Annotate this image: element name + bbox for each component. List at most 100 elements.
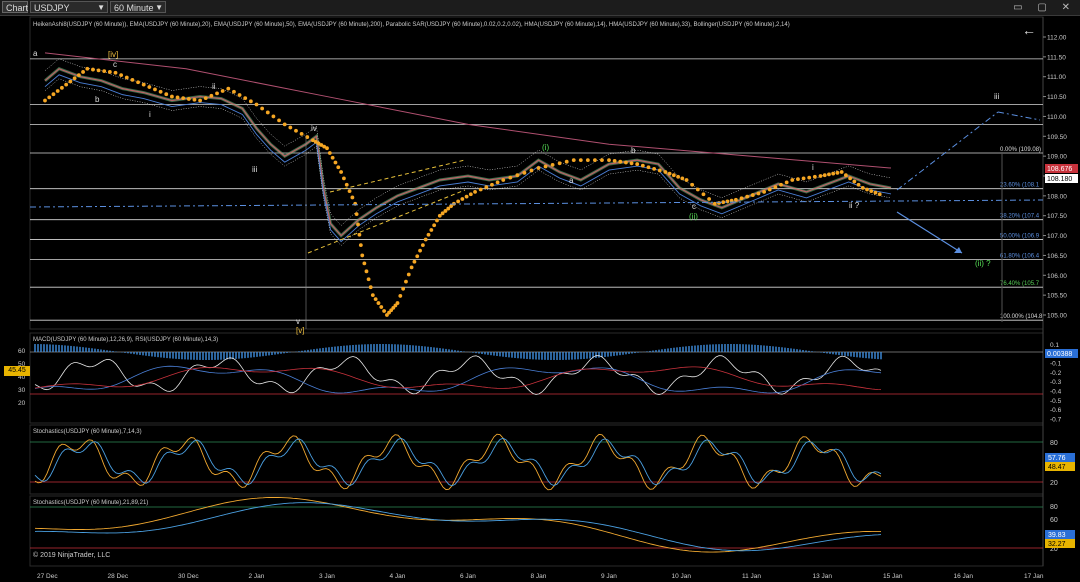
sar-dot [657, 168, 662, 173]
sar-dot [64, 82, 69, 87]
macd-axis-label: -0.6 [1050, 407, 1062, 414]
sar-dot [175, 95, 180, 100]
sar-dot [254, 102, 259, 107]
sar-dot [818, 174, 823, 178]
wave-label: [iv] [108, 50, 118, 59]
sar-dot [464, 194, 469, 199]
sar-dot [773, 185, 778, 190]
rsi-axis-label: 20 [18, 400, 26, 407]
sar-dot [807, 175, 812, 180]
sar-dot [147, 85, 152, 89]
macd-signal-line [34, 366, 882, 390]
sar-dot [495, 180, 500, 185]
fib-level-label: 23.60% (108.1 [1000, 183, 1040, 189]
sar-dot [418, 248, 422, 253]
sar-dot [652, 166, 657, 171]
x-axis-label: 13 Jan [813, 573, 833, 580]
sar-dot [635, 162, 640, 166]
sar-dot [848, 176, 853, 181]
sar-dot [835, 170, 840, 175]
wave-label: i [149, 110, 151, 119]
sar-dot [277, 118, 281, 123]
fib-level-label: 76.40% (105.7 [1000, 281, 1040, 287]
sar-dot [501, 178, 506, 182]
sar-dot [342, 176, 346, 181]
wave-label: ii ? [849, 201, 860, 210]
sar-dot [852, 179, 857, 184]
price-axis-label: 108.00 [1047, 193, 1067, 200]
sar-dot [181, 96, 186, 101]
sar-dot [756, 191, 761, 196]
sar-dot [646, 165, 651, 170]
sar-dot [248, 99, 253, 104]
stoch-fast-tick: 20 [1050, 480, 1058, 487]
fib-level-label: 0.00% (109.08) [1000, 147, 1041, 153]
sar-dot [843, 173, 848, 178]
channel-line-upper [329, 159, 466, 193]
sar-dot [72, 76, 77, 81]
arrow-head-icon [954, 247, 962, 253]
sar-dot [860, 186, 865, 190]
sar-dot [624, 160, 628, 165]
stoch-fast-panel-title: Stochastics(USDJPY (60 Minute),7,14,3) [33, 429, 142, 435]
x-axis-label: 30 Dec [178, 573, 199, 580]
sar-dot [877, 192, 882, 197]
sar-dot [869, 189, 874, 193]
sar-dot [368, 285, 373, 290]
price-axis-label: 110.50 [1047, 94, 1067, 101]
wave-label: v [296, 317, 300, 326]
sar-dot [299, 132, 304, 136]
sar-dot [51, 92, 56, 97]
sar-dot [564, 159, 569, 164]
macd-panel-title: MACD(USDJPY (60 Minute),12,26,9), RSI(US… [33, 337, 218, 343]
sar-dot [43, 98, 47, 103]
sar-dot [822, 173, 827, 178]
sar-dot [237, 93, 242, 97]
sar-dot [435, 218, 439, 223]
sar-dot [432, 223, 437, 228]
sar-dot [404, 279, 408, 284]
stoch-fast-tick: 80 [1050, 440, 1058, 447]
sar-dot [232, 89, 236, 94]
sar-dot [102, 69, 107, 74]
x-axis-label: 11 Jan [742, 573, 761, 580]
sar-dot [429, 228, 434, 232]
wave-label: i [812, 163, 814, 172]
sar-dot [600, 158, 604, 163]
sar-dot [856, 182, 861, 187]
x-axis-label: 3 Jan [319, 573, 335, 580]
sar-dot [141, 82, 146, 87]
x-axis-label: 9 Jan [601, 573, 617, 580]
x-axis-label: 2 Jan [249, 573, 265, 580]
sar-dot [684, 178, 689, 182]
macd-axis-label: -0.3 [1050, 379, 1062, 386]
stoch-fast-panel [29, 424, 1044, 495]
sar-dot [409, 265, 414, 270]
sar-dot [339, 170, 343, 174]
sar-dot [96, 68, 101, 73]
sar-dot [490, 182, 494, 187]
sar-dot [198, 98, 203, 103]
stoch-slow-d-line [34, 502, 882, 552]
wave-label: (ii) [689, 212, 698, 221]
sar-dot [158, 89, 163, 94]
sar-dot [456, 199, 461, 204]
wave-label: (ii) ? [975, 259, 991, 268]
sar-dot [812, 174, 817, 179]
sar-dot [676, 174, 680, 179]
price-axis-label: 111.50 [1047, 54, 1066, 61]
stoch-slow-tick: 80 [1050, 504, 1058, 511]
wave-label: iii [994, 92, 1000, 101]
sar-dot [827, 172, 831, 177]
sar-dot [186, 97, 191, 101]
price-panel-title: HeikenAshi8(USDJPY (60 Minute)), EMA(USD… [33, 22, 790, 28]
sar-dot [734, 197, 738, 202]
sar-dot [360, 253, 365, 258]
sar-dot [382, 309, 387, 313]
macd-rsi-panel [29, 332, 1044, 424]
price-axis-label: 110.00 [1047, 114, 1067, 121]
sar-dot [468, 192, 473, 197]
rsi-line [34, 355, 882, 396]
sar-dot [333, 160, 338, 165]
sar-dot [288, 125, 293, 130]
